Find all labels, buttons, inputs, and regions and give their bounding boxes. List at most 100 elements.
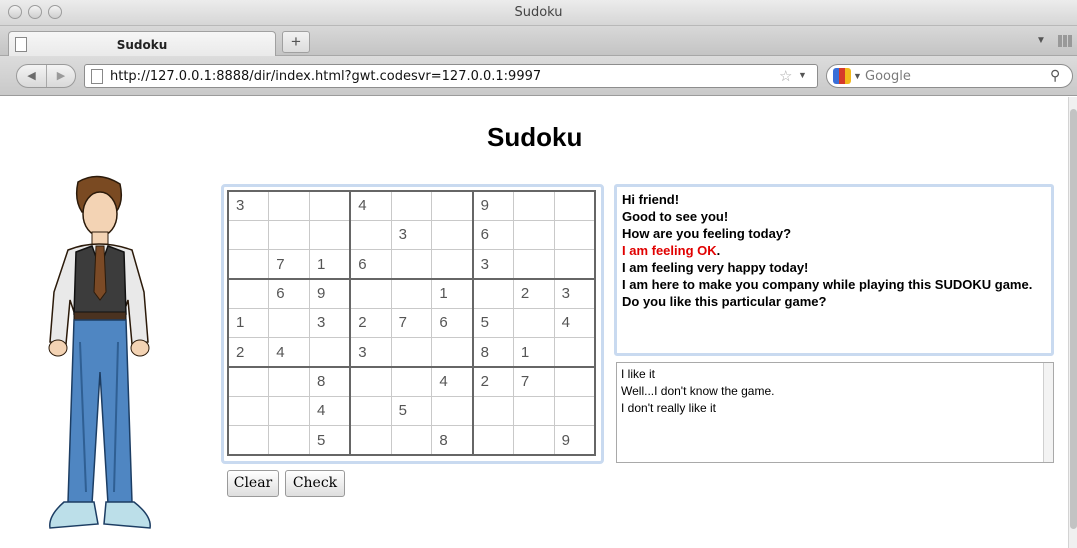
search-box[interactable]: ▼ Google ⚲ bbox=[826, 64, 1073, 88]
check-button[interactable]: Check bbox=[285, 470, 345, 497]
sudoku-cell[interactable]: 1 bbox=[431, 277, 474, 309]
sudoku-cell[interactable]: 2 bbox=[512, 277, 555, 309]
sudoku-cell[interactable]: 2 bbox=[227, 337, 270, 368]
sudoku-cell[interactable]: 9 bbox=[309, 277, 351, 309]
sudoku-cell[interactable]: 3 bbox=[349, 337, 392, 368]
sudoku-cell[interactable]: 3 bbox=[553, 277, 596, 309]
sudoku-cell[interactable] bbox=[349, 395, 392, 427]
back-button[interactable]: ◀ bbox=[17, 65, 47, 87]
sudoku-cell[interactable] bbox=[390, 337, 433, 368]
sudoku-cell[interactable] bbox=[471, 277, 514, 309]
reply-list-scrollbar[interactable] bbox=[1043, 363, 1053, 462]
sudoku-cell[interactable] bbox=[227, 395, 270, 427]
sudoku-cell[interactable]: 5 bbox=[471, 307, 514, 339]
bookmark-star-icon[interactable]: ☆ bbox=[779, 67, 792, 85]
sudoku-cell[interactable] bbox=[512, 307, 555, 339]
sudoku-cell[interactable]: 1 bbox=[512, 337, 555, 368]
sudoku-cell[interactable]: 1 bbox=[227, 307, 270, 339]
search-engine-dropdown-icon[interactable]: ▼ bbox=[853, 71, 862, 81]
sudoku-cell[interactable] bbox=[431, 189, 474, 221]
reply-options-list[interactable]: I like it Well...I don't know the game. I … bbox=[616, 362, 1054, 463]
sudoku-cell[interactable] bbox=[512, 395, 555, 427]
sudoku-cell[interactable]: 3 bbox=[309, 307, 351, 339]
history-dropdown-icon[interactable]: ▼ bbox=[798, 70, 807, 80]
tab-list-chevron-icon[interactable]: ▼ bbox=[1036, 35, 1046, 46]
search-icon[interactable]: ⚲ bbox=[1050, 67, 1060, 84]
sudoku-cell[interactable] bbox=[390, 277, 433, 309]
sudoku-cell[interactable] bbox=[471, 395, 514, 427]
sudoku-cell[interactable]: 8 bbox=[471, 337, 514, 368]
sudoku-cell[interactable]: 8 bbox=[431, 425, 474, 457]
sudoku-cell[interactable] bbox=[268, 425, 311, 457]
sudoku-cell[interactable]: 3 bbox=[471, 249, 514, 280]
sudoku-cell[interactable] bbox=[268, 307, 311, 339]
sudoku-cell[interactable]: 3 bbox=[227, 189, 270, 221]
sudoku-cell[interactable] bbox=[512, 189, 555, 221]
tab-overview-grid-icon[interactable] bbox=[1058, 35, 1072, 47]
sudoku-cell[interactable]: 4 bbox=[268, 337, 311, 368]
sudoku-cell[interactable] bbox=[390, 189, 433, 221]
sudoku-cell[interactable] bbox=[349, 425, 392, 457]
reply-option[interactable]: I like it bbox=[621, 366, 1049, 383]
sudoku-cell[interactable] bbox=[553, 219, 596, 251]
sudoku-cell[interactable] bbox=[268, 395, 311, 427]
sudoku-cell[interactable]: 7 bbox=[390, 307, 433, 339]
sudoku-cell[interactable]: 4 bbox=[553, 307, 596, 339]
sudoku-cell[interactable] bbox=[349, 219, 392, 251]
sudoku-cell[interactable] bbox=[268, 365, 311, 397]
sudoku-cell[interactable] bbox=[471, 425, 514, 457]
tab-sudoku[interactable]: Sudoku bbox=[8, 31, 276, 57]
sudoku-cell[interactable] bbox=[553, 337, 596, 368]
reply-option[interactable]: I don't really like it bbox=[621, 400, 1049, 417]
sudoku-cell[interactable] bbox=[349, 277, 392, 309]
sudoku-cell[interactable]: 7 bbox=[512, 365, 555, 397]
sudoku-cell[interactable] bbox=[268, 189, 311, 221]
sudoku-cell[interactable] bbox=[309, 219, 351, 251]
sudoku-cell[interactable] bbox=[512, 219, 555, 251]
sudoku-cell[interactable]: 6 bbox=[268, 277, 311, 309]
sudoku-cell[interactable] bbox=[227, 277, 270, 309]
sudoku-cell[interactable] bbox=[309, 189, 351, 221]
sudoku-cell[interactable]: 6 bbox=[471, 219, 514, 251]
sudoku-cell[interactable]: 1 bbox=[309, 249, 351, 280]
sudoku-cell[interactable] bbox=[553, 189, 596, 221]
sudoku-cell[interactable] bbox=[512, 425, 555, 457]
sudoku-cell[interactable]: 8 bbox=[309, 365, 351, 397]
sudoku-cell[interactable] bbox=[227, 249, 270, 280]
sudoku-cell[interactable] bbox=[553, 249, 596, 280]
page-scrollbar-thumb[interactable] bbox=[1070, 109, 1077, 529]
forward-button[interactable]: ▶ bbox=[47, 65, 75, 87]
sudoku-cell[interactable] bbox=[553, 365, 596, 397]
sudoku-cell[interactable]: 4 bbox=[431, 365, 474, 397]
sudoku-cell[interactable] bbox=[431, 219, 474, 251]
sudoku-cell[interactable] bbox=[431, 249, 474, 280]
sudoku-cell[interactable]: 6 bbox=[349, 249, 392, 280]
address-bar[interactable]: http://127.0.0.1:8888/dir/index.html?gwt… bbox=[84, 64, 818, 88]
reply-option[interactable]: Well...I don't know the game. bbox=[621, 383, 1049, 400]
sudoku-cell[interactable] bbox=[349, 365, 392, 397]
sudoku-cell[interactable]: 6 bbox=[431, 307, 474, 339]
sudoku-cell[interactable]: 3 bbox=[390, 219, 433, 251]
sudoku-cell[interactable]: 5 bbox=[309, 425, 351, 457]
sudoku-cell[interactable] bbox=[227, 365, 270, 397]
sudoku-cell[interactable] bbox=[553, 395, 596, 427]
sudoku-cell[interactable]: 4 bbox=[309, 395, 351, 427]
sudoku-cell[interactable] bbox=[390, 249, 433, 280]
sudoku-cell[interactable]: 4 bbox=[349, 189, 392, 221]
sudoku-cell[interactable] bbox=[227, 219, 270, 251]
sudoku-cell[interactable] bbox=[431, 337, 474, 368]
sudoku-cell[interactable]: 9 bbox=[553, 425, 596, 457]
sudoku-cell[interactable]: 7 bbox=[268, 249, 311, 280]
sudoku-cell[interactable]: 2 bbox=[471, 365, 514, 397]
new-tab-button[interactable]: + bbox=[282, 31, 310, 53]
sudoku-cell[interactable] bbox=[309, 337, 351, 368]
page-scrollbar[interactable] bbox=[1068, 97, 1077, 548]
sudoku-cell[interactable] bbox=[512, 249, 555, 280]
sudoku-cell[interactable] bbox=[268, 219, 311, 251]
sudoku-cell[interactable] bbox=[390, 425, 433, 457]
clear-button[interactable]: Clear bbox=[227, 470, 279, 497]
sudoku-cell[interactable] bbox=[227, 425, 270, 457]
sudoku-cell[interactable] bbox=[431, 395, 474, 427]
sudoku-cell[interactable]: 2 bbox=[349, 307, 392, 339]
sudoku-cell[interactable] bbox=[390, 365, 433, 397]
